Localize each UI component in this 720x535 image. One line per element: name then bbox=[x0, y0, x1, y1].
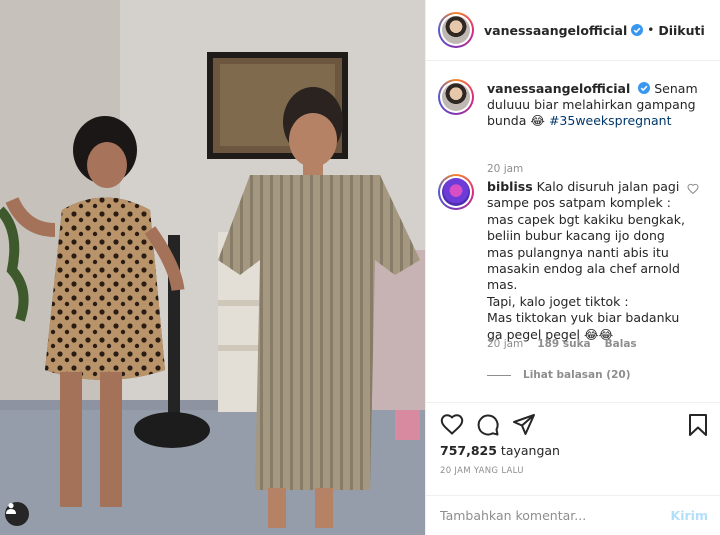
author-avatar-image bbox=[442, 16, 470, 44]
commenter-username[interactable]: bibliss bbox=[487, 179, 533, 194]
post-video[interactable] bbox=[0, 0, 425, 535]
post-actions: 757,825 tayangan 20 JAM YANG LALU bbox=[426, 402, 720, 495]
comment-text-block: bibliss Kalo disuruh jalan pagi sampe po… bbox=[487, 179, 692, 343]
author-username[interactable]: vanessaangelofficial bbox=[484, 23, 627, 38]
views-label: tayangan bbox=[500, 443, 560, 458]
post-time-ago[interactable]: 20 JAM YANG LALU bbox=[440, 466, 524, 476]
view-replies-button[interactable]: Lihat balasan (20) bbox=[487, 369, 631, 381]
user-tag-button[interactable] bbox=[5, 502, 29, 526]
caption-avatar[interactable] bbox=[438, 79, 474, 115]
comment-composer: Kirim bbox=[426, 495, 720, 535]
post-comment-button[interactable]: Kirim bbox=[671, 508, 708, 523]
video-frame bbox=[0, 0, 425, 535]
reply-button[interactable]: Balas bbox=[605, 338, 637, 350]
action-bar bbox=[438, 413, 708, 439]
caption-timestamp[interactable]: 20 jam bbox=[487, 163, 523, 175]
caption-hashtag[interactable]: #35weekspregnant bbox=[549, 113, 672, 128]
commenter-avatar[interactable] bbox=[438, 174, 474, 210]
caption-text-block: vanessaangelofficial Senam duluuu biar m… bbox=[487, 81, 712, 129]
comment-timestamp[interactable]: 20 jam bbox=[487, 338, 523, 350]
view-count[interactable]: 757,825 tayangan bbox=[440, 443, 560, 458]
views-number: 757,825 bbox=[440, 443, 497, 458]
commenter-avatar-image bbox=[442, 178, 470, 206]
view-replies-label: Lihat balasan (20) bbox=[523, 369, 631, 381]
comments-list[interactable]: vanessaangelofficial Senam duluuu biar m… bbox=[426, 62, 720, 402]
verified-icon bbox=[638, 82, 651, 94]
author-avatar[interactable] bbox=[438, 12, 474, 48]
comment-input[interactable] bbox=[440, 508, 671, 523]
user-tag-icon bbox=[6, 503, 16, 514]
heart-icon[interactable] bbox=[440, 413, 464, 435]
post-side-panel: vanessaangelofficial • Diikuti vanessaan… bbox=[425, 0, 720, 535]
post-header: vanessaangelofficial • Diikuti bbox=[426, 0, 720, 61]
bookmark-icon[interactable] bbox=[688, 413, 708, 437]
comment-text: Kalo disuruh jalan pagi sampe pos satpam… bbox=[487, 179, 685, 342]
caption-username[interactable]: vanessaangelofficial bbox=[487, 81, 630, 96]
caption-avatar-image bbox=[442, 83, 470, 111]
replies-divider bbox=[487, 374, 511, 376]
comment-icon[interactable] bbox=[476, 413, 500, 437]
header-separator: • bbox=[647, 23, 655, 37]
comment-likes[interactable]: 189 suka bbox=[537, 338, 590, 350]
comment-meta: 20 jam 189 suka Balas bbox=[487, 338, 637, 350]
share-icon[interactable] bbox=[512, 413, 536, 437]
verified-icon bbox=[631, 24, 644, 36]
small-heart-icon[interactable] bbox=[687, 183, 699, 194]
following-button[interactable]: Diikuti bbox=[658, 23, 704, 38]
